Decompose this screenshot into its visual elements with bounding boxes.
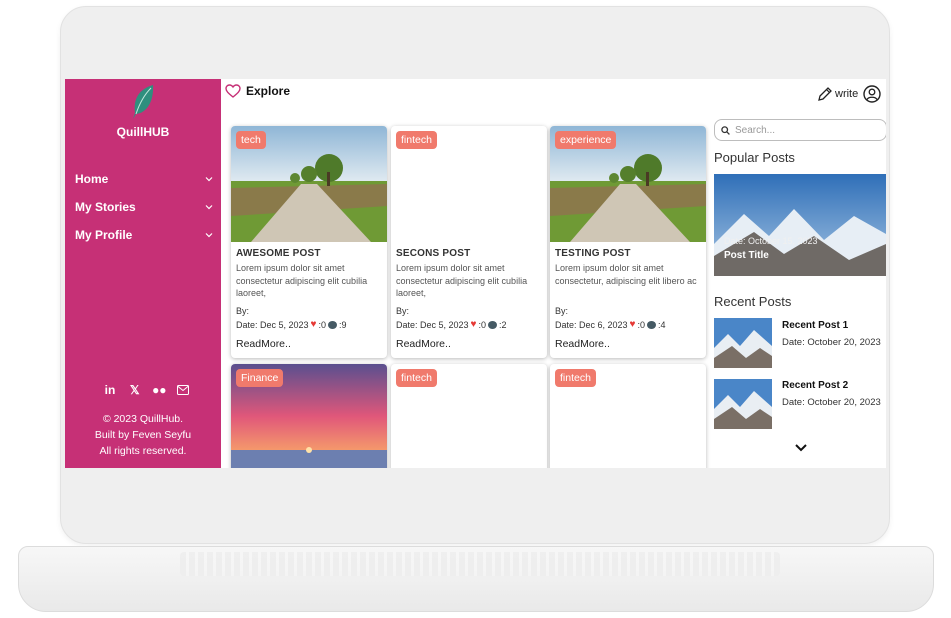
post-card[interactable]: Finance [231,364,387,468]
post-title[interactable]: AWESOME POST [236,248,321,259]
recent-post-thumbnail[interactable] [714,318,772,368]
sidebar-item-my-profile[interactable]: My Profile [75,225,213,245]
recent-post-title[interactable]: Recent Post 1 [782,320,848,331]
footer-copyright: © 2023 QuillHub. [102,413,184,425]
sidebar-item-my-stories[interactable]: My Stories [75,197,213,217]
chevron-down-icon[interactable] [794,443,808,453]
post-tag[interactable]: fintech [396,131,437,149]
keyboard-strip [180,552,780,576]
chevron-down-icon [205,177,213,182]
feather-logo-icon [133,85,154,119]
post-tag[interactable]: tech [236,131,266,149]
app-screen: QuillHUB Home My Stories My Profile in 𝕏… [65,79,886,468]
linkedin-icon[interactable]: in [103,383,117,397]
brand-name: QuillHUB [116,125,170,139]
recent-post-date: Date: October 20, 2023 [782,337,881,348]
medium-icon[interactable]: ●● [152,383,167,397]
x-icon[interactable]: 𝕏 [128,383,142,397]
sidebar: QuillHUB Home My Stories My Profile in 𝕏… [65,79,221,468]
comment-count: :2 [499,319,507,330]
heart-icon[interactable]: ♥ [471,319,477,330]
read-more-link[interactable]: ReadMore.. [555,338,610,350]
post-meta: Date: Dec 5, 2023 ♥ :0 :9 [236,319,347,330]
post-tag[interactable]: experience [555,131,617,149]
comment-icon[interactable] [328,320,337,329]
read-more-link[interactable]: ReadMore.. [396,338,451,350]
explore-link[interactable]: Explore [225,84,290,98]
popular-post-title[interactable]: Post Title [724,250,769,261]
mountain-image [714,379,772,429]
post-excerpt: Lorem ipsum dolor sit amet consectetur a… [236,263,368,298]
recent-posts-heading: Recent Posts [714,294,792,309]
recent-post-thumbnail[interactable] [714,379,772,429]
write-button[interactable]: write [817,86,858,102]
pencil-icon [818,87,832,101]
popular-post-date: Date: October 15, 2023 [724,236,818,246]
post-author: By: [555,306,569,316]
sidebar-item-label: My Profile [75,228,133,242]
recent-post-date: Date: October 20, 2023 [782,397,881,408]
post-tag[interactable]: fintech [396,369,437,387]
post-card[interactable]: tech AWESOME POST Lorem ipsum dolor sit … [231,126,387,358]
like-count: :0 [478,319,486,330]
popular-posts-heading: Popular Posts [714,150,795,165]
like-count: :0 [318,319,326,330]
social-links: in 𝕏 ●● [103,383,189,397]
search-icon [721,125,730,135]
heart-icon[interactable]: ♥ [630,319,636,330]
comment-count: :4 [658,319,666,330]
like-count: :0 [637,319,645,330]
comment-count: :9 [339,319,347,330]
heart-outline-icon [225,84,241,98]
chevron-down-icon [205,205,213,210]
read-more-link[interactable]: ReadMore.. [236,338,291,350]
heart-icon[interactable]: ♥ [311,319,317,330]
write-label: write [835,88,859,100]
post-excerpt: Lorem ipsum dolor sit amet consectetur, … [555,263,697,286]
post-date: Date: Dec 5, 2023 [236,319,309,330]
sidebar-item-home[interactable]: Home [75,169,213,189]
search-placeholder: Search... [735,124,776,136]
search-field[interactable]: Search... [714,119,886,141]
post-author: By: [396,306,410,316]
post-date: Date: Dec 5, 2023 [396,319,469,330]
footer-rights: All rights reserved. [99,445,187,457]
sidebar-item-label: My Stories [75,200,136,214]
post-meta: Date: Dec 6, 2023 ♥ :0 :4 [555,319,666,330]
post-title[interactable]: SECONS POST [396,248,470,259]
post-card[interactable]: fintech [550,364,706,468]
mountain-image [714,318,772,368]
comment-icon[interactable] [488,320,497,329]
post-card[interactable]: fintech SECONS POST Lorem ipsum dolor si… [391,126,547,358]
sidebar-item-label: Home [75,172,109,186]
post-excerpt: Lorem ipsum dolor sit amet consectetur a… [396,263,528,298]
post-tag[interactable]: Finance [236,369,284,387]
post-meta: Date: Dec 5, 2023 ♥ :0 :2 [396,319,507,330]
explore-label: Explore [246,84,291,98]
recent-post-title[interactable]: Recent Post 2 [782,380,848,391]
user-account-icon[interactable] [863,85,881,103]
post-title[interactable]: TESTING POST [555,248,631,259]
post-card[interactable]: fintech [391,364,547,468]
comment-icon[interactable] [647,320,656,329]
footer-author: Built by Feven Seyfu [94,429,192,441]
post-date: Date: Dec 6, 2023 [555,319,628,330]
popular-post-card[interactable]: Date: October 15, 2023 Post Title [714,174,886,276]
chevron-down-icon [205,233,213,238]
mail-icon[interactable] [176,385,189,395]
post-tag[interactable]: fintech [555,369,596,387]
post-card[interactable]: experience TESTING POST Lorem ipsum dolo… [550,126,706,358]
post-author: By: [236,306,250,316]
